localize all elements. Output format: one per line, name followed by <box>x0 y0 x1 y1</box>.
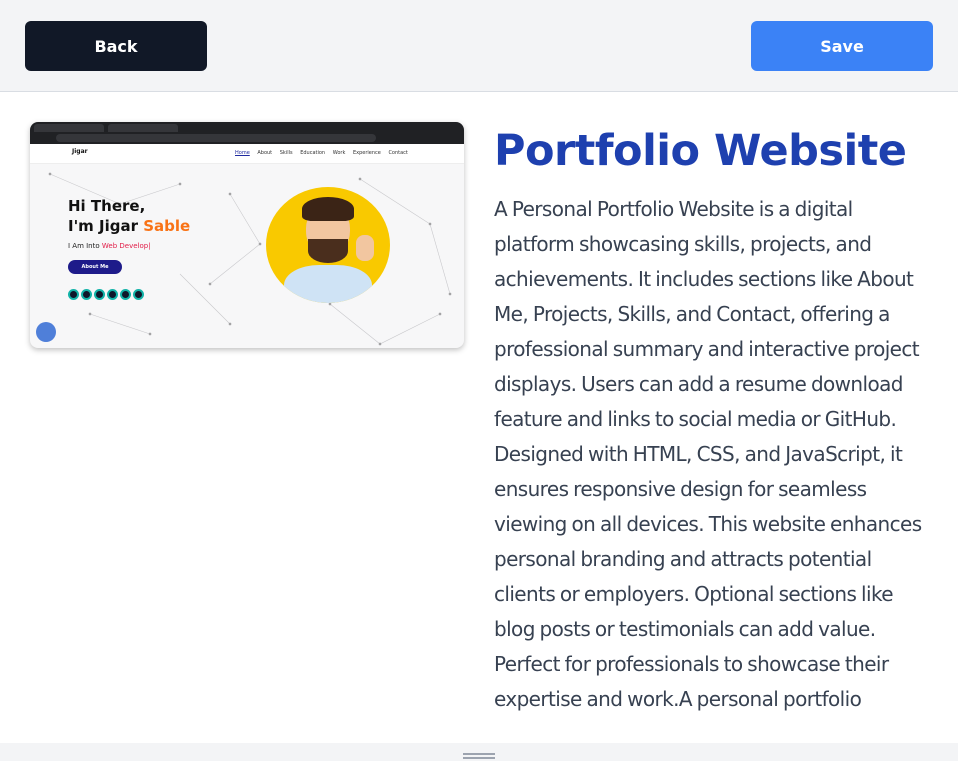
preview-tagline: I Am Into Web Develop| <box>68 242 151 250</box>
preview-about-button: About Me <box>68 260 122 274</box>
preview-logo: Jigar <box>72 148 88 155</box>
project-title: Portfolio Website <box>494 126 907 176</box>
preview-greeting: Hi There, I'm Jigar Sable <box>68 197 191 235</box>
avatar-illustration <box>266 187 390 303</box>
preview-chat-badge <box>36 322 56 342</box>
drag-handle-icon[interactable] <box>463 753 495 759</box>
project-preview-image: Jigar Home About Skills Education Work E… <box>30 122 464 348</box>
browser-chrome <box>30 122 464 144</box>
preview-nav-links: Home About Skills Education Work Experie… <box>235 150 408 156</box>
network-background <box>48 172 452 346</box>
back-button[interactable]: Back <box>25 21 207 71</box>
preview-navbar: Jigar Home About Skills Education Work E… <box>30 144 464 164</box>
top-toolbar: Back Save <box>0 0 958 92</box>
project-description: A Personal Portfolio Website is a digita… <box>494 197 922 711</box>
preview-social-icons <box>68 285 146 304</box>
save-button[interactable]: Save <box>751 21 933 71</box>
